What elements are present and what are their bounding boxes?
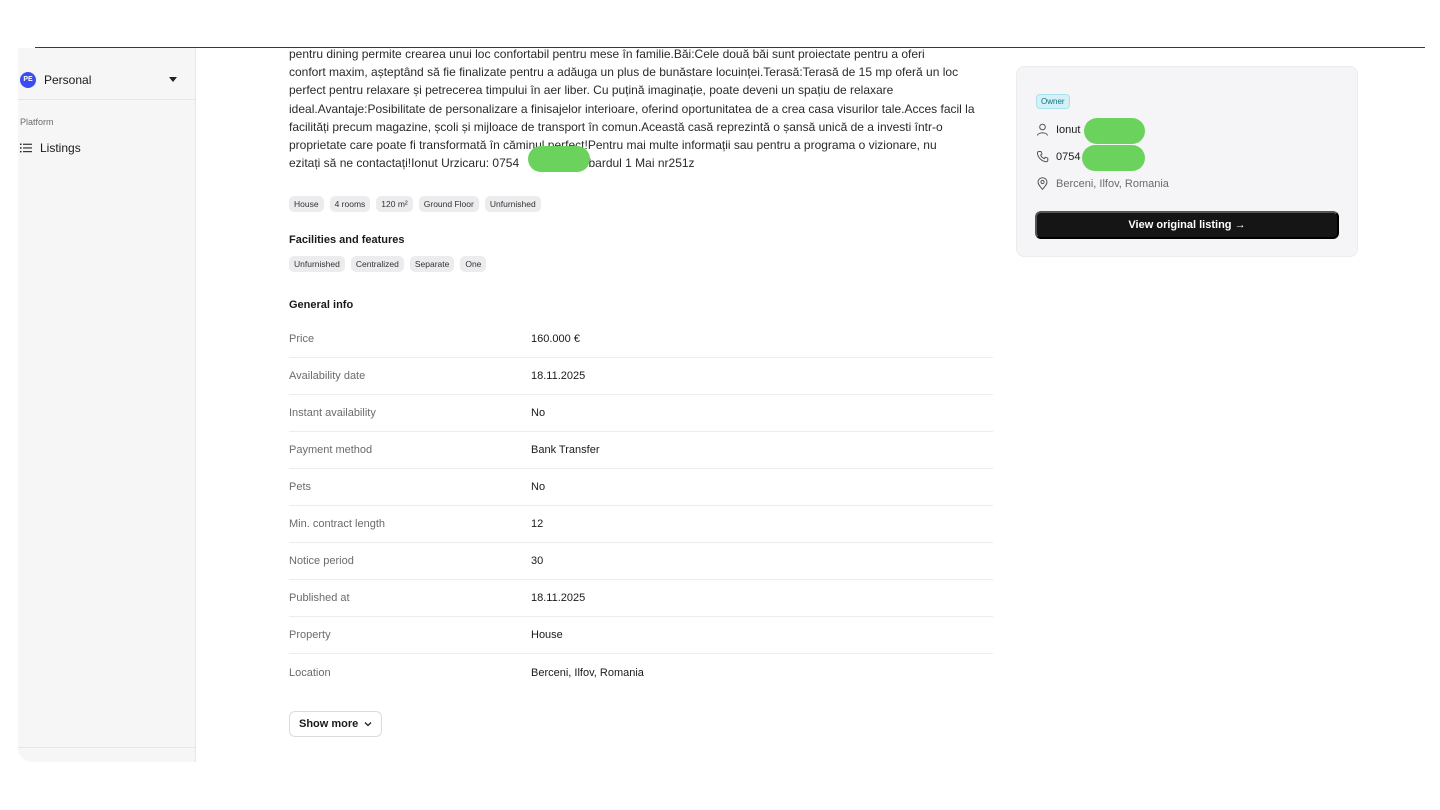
- general-info-title: General info: [289, 299, 354, 312]
- table-row: Price 160.000 €: [289, 321, 993, 359]
- table-row: Pets No: [289, 469, 993, 507]
- list-icon: [20, 143, 32, 153]
- info-key: Price: [289, 333, 315, 346]
- description-line: facilități precum magazine, școli și mij…: [289, 119, 943, 134]
- listing-details: pentru dining permite crearea unui loc c…: [289, 48, 993, 738]
- chevron-down-icon: [364, 722, 372, 727]
- general-info-table: Price 160.000 € Availability date 18.11.20…: [289, 321, 993, 691]
- info-value: No: [531, 407, 546, 420]
- info-key: Pets: [289, 481, 312, 494]
- show-more-label: Show more: [299, 718, 359, 731]
- table-row: Min. contract length 12: [289, 506, 993, 544]
- table-row: Property House: [289, 617, 993, 655]
- redaction-mark: [528, 146, 590, 172]
- description-line: ezitați să ne contactați!Ionut Urzicaru:…: [289, 154, 993, 172]
- facility-chip: Separate: [409, 256, 455, 273]
- sidebar-divider: [18, 747, 195, 748]
- info-key: Property: [289, 629, 331, 642]
- table-row: Notice period 30: [289, 543, 993, 581]
- contact-phone: 0754: [1036, 150, 1080, 163]
- info-key: Payment method: [289, 444, 373, 457]
- tag-chip: Ground Floor: [418, 196, 479, 213]
- info-value: Berceni, Ilfov, Romania: [531, 666, 644, 679]
- table-row: Location Berceni, Ilfov, Romania: [289, 654, 993, 691]
- info-key: Instant availability: [289, 407, 376, 420]
- info-key: Notice period: [289, 555, 354, 568]
- contact-phone-text: 0754: [1056, 150, 1081, 163]
- info-value: 30: [531, 555, 544, 568]
- description-line: perfect pentru relaxare și petrecerea ti…: [289, 83, 894, 98]
- redaction-mark: [1084, 118, 1145, 144]
- info-value: Bank Transfer: [531, 444, 600, 457]
- facilities-list: Unfurnished Centralized Separate One: [289, 256, 993, 273]
- table-row: Instant availability No: [289, 395, 993, 433]
- description-text: lebardul 1 Mai nr251z: [579, 156, 695, 171]
- info-value: No: [531, 481, 546, 494]
- contact-card: Owner Ionut 0754 Berceni, Ilfov, Romania…: [1016, 66, 1358, 257]
- description-line: pentru dining permite crearea unui loc c…: [289, 48, 925, 61]
- info-value: 12: [531, 518, 544, 531]
- sidebar-section-label: Platform: [20, 117, 54, 127]
- facility-chip: Centralized: [350, 256, 404, 273]
- description-text: ezitați să ne contactați!Ionut Urzicaru:…: [289, 156, 520, 171]
- app-window: PE Personal Platform Listings pentru din…: [18, 48, 1440, 762]
- workspace-avatar: PE: [20, 71, 36, 88]
- contact-location: Berceni, Ilfov, Romania: [1036, 177, 1169, 190]
- facility-chip: One: [460, 256, 487, 273]
- sidebar: PE Personal Platform Listings: [18, 48, 196, 762]
- workspace-switcher[interactable]: PE Personal: [18, 60, 195, 100]
- sidebar-item-listings[interactable]: Listings: [20, 141, 81, 155]
- info-key: Location: [289, 666, 331, 679]
- sidebar-item-label: Listings: [40, 141, 81, 155]
- location-pin-icon: [1037, 177, 1048, 190]
- owner-badge: Owner: [1036, 94, 1070, 109]
- view-original-listing-button[interactable]: View original listing →: [1035, 211, 1339, 239]
- info-value: House: [531, 629, 563, 642]
- show-more-button[interactable]: Show more: [289, 711, 383, 738]
- table-row: Payment method Bank Transfer: [289, 432, 993, 470]
- contact-name-text: Ionut: [1056, 123, 1081, 136]
- description-line: ideal.Avantaje:Posibilitate de personali…: [289, 101, 975, 116]
- table-row: Availability date 18.11.2025: [289, 358, 993, 396]
- facility-chip: Unfurnished: [289, 256, 345, 273]
- tag-chip: 120 m²: [376, 196, 413, 213]
- tag-chip: 4 rooms: [329, 196, 371, 213]
- redaction-mark: [1082, 145, 1145, 171]
- user-icon: [1037, 123, 1048, 136]
- info-value: 18.11.2025: [531, 370, 586, 383]
- info-value: 18.11.2025: [531, 592, 586, 605]
- chevron-down-icon: [169, 77, 177, 82]
- info-value: 160.000 €: [531, 333, 580, 346]
- description-line: proprietate care poate fi transformată î…: [289, 138, 937, 153]
- tag-chip: Unfurnished: [484, 196, 541, 213]
- table-row: Published at 18.11.2025: [289, 580, 993, 618]
- info-key: Published at: [289, 592, 350, 605]
- info-key: Availability date: [289, 370, 366, 383]
- description-line: confort maxim, așteptând să fie finaliza…: [289, 65, 959, 80]
- phone-icon: [1036, 151, 1049, 163]
- listing-tags: House 4 rooms 120 m² Ground Floor Unfurn…: [289, 196, 993, 213]
- facilities-title: Facilities and features: [289, 234, 405, 247]
- contact-name: Ionut: [1036, 123, 1080, 136]
- workspace-name: Personal: [44, 72, 92, 87]
- info-key: Min. contract length: [289, 518, 385, 531]
- contact-location-text: Berceni, Ilfov, Romania: [1056, 177, 1169, 190]
- listing-description: pentru dining permite crearea unui loc c…: [289, 48, 993, 172]
- tag-chip: House: [289, 196, 324, 213]
